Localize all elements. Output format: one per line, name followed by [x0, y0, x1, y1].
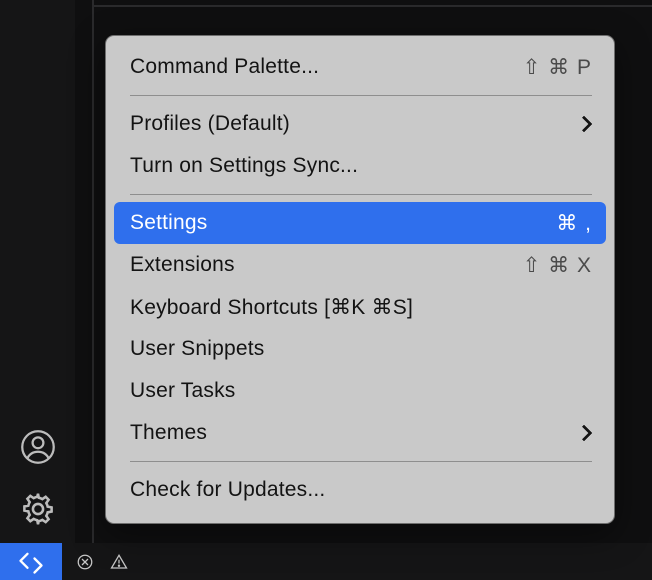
status-warning-icon[interactable] — [100, 553, 128, 571]
menu-item-label: Check for Updates... — [130, 478, 325, 502]
shortcut: ⌘ , — [556, 211, 592, 236]
menu-item-keyboard-shortcuts[interactable]: Keyboard Shortcuts [⌘K ⌘S] — [106, 286, 614, 328]
menu-item-label: User Tasks — [130, 379, 235, 403]
gear-icon[interactable] — [0, 478, 75, 540]
menu-item-command-palette[interactable]: Command Palette... ⇧ ⌘ P — [106, 46, 614, 88]
menu-item-label: User Snippets — [130, 337, 265, 361]
status-error-icon[interactable] — [66, 553, 94, 571]
menu-item-check-updates[interactable]: Check for Updates... — [106, 469, 614, 511]
menu-divider — [130, 461, 592, 462]
menu-divider — [130, 194, 592, 195]
menu-item-label: Extensions — [130, 253, 235, 277]
shortcut: ⇧ ⌘ X — [523, 253, 592, 278]
accounts-icon[interactable] — [0, 416, 75, 478]
manage-menu: Command Palette... ⇧ ⌘ P Profiles (Defau… — [105, 35, 615, 524]
chevron-right-icon — [578, 118, 592, 130]
menu-item-label: Profiles (Default) — [130, 112, 290, 136]
menu-item-profiles[interactable]: Profiles (Default) — [106, 103, 614, 145]
menu-item-label: Keyboard Shortcuts [⌘K ⌘S] — [130, 295, 413, 320]
shortcut: ⇧ ⌘ P — [523, 55, 592, 80]
menu-item-themes[interactable]: Themes — [106, 412, 614, 454]
menu-item-extensions[interactable]: Extensions ⇧ ⌘ X — [106, 244, 614, 286]
menu-item-label: Themes — [130, 421, 207, 445]
activity-bar — [0, 0, 75, 580]
menu-item-label: Turn on Settings Sync... — [130, 154, 358, 178]
menu-item-label: Command Palette... — [130, 55, 319, 79]
editor-divider-horizontal — [92, 5, 652, 7]
remote-button[interactable] — [0, 543, 62, 580]
editor-divider-vertical — [92, 0, 94, 580]
menu-divider — [130, 95, 592, 96]
menu-item-settings-sync[interactable]: Turn on Settings Sync... — [106, 145, 614, 187]
status-bar — [62, 543, 652, 580]
menu-item-user-tasks[interactable]: User Tasks — [106, 370, 614, 412]
menu-item-settings[interactable]: Settings ⌘ , — [114, 202, 606, 244]
chevron-right-icon — [578, 427, 592, 439]
menu-item-user-snippets[interactable]: User Snippets — [106, 328, 614, 370]
menu-item-label: Settings — [130, 211, 207, 235]
